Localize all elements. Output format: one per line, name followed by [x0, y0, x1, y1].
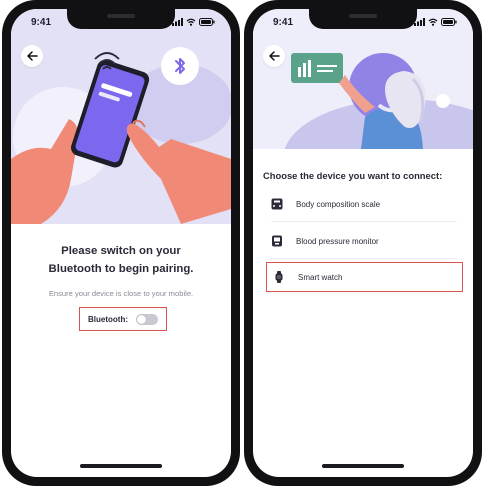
woman-dashboard-illustration: [284, 53, 473, 149]
status-time: 9:41: [31, 17, 52, 28]
back-button[interactable]: [21, 45, 43, 67]
divider: [271, 221, 457, 222]
status-icons: [414, 18, 457, 26]
hero-illustration: [11, 9, 231, 224]
home-indicator[interactable]: [80, 464, 162, 468]
status-time: 9:41: [273, 17, 294, 28]
back-button[interactable]: [263, 45, 285, 67]
bluetooth-toggle[interactable]: [136, 313, 158, 325]
signal-icon: [414, 18, 425, 26]
device-option-body-composition-scale[interactable]: Body composition scale: [265, 191, 461, 217]
smartwatch-icon: [273, 271, 285, 283]
notch: [67, 9, 175, 29]
battery-icon: [441, 18, 457, 26]
bluetooth-setting: Bluetooth:: [79, 307, 167, 331]
device-label: Smart watch: [298, 272, 343, 282]
phone-frame-left: 9:41 Please switch on your Bluetooth to …: [2, 0, 240, 486]
speaker: [349, 14, 377, 18]
device-label: Body composition scale: [296, 199, 381, 209]
bluetooth-label: Bluetooth:: [88, 314, 128, 324]
scale-icon: [271, 198, 283, 210]
speaker: [107, 14, 135, 18]
blood-pressure-icon: [271, 235, 283, 247]
bluetooth-pairing-screen: 9:41 Please switch on your Bluetooth to …: [11, 9, 231, 477]
status-icons: [172, 18, 215, 26]
choose-device-prompt: Choose the device you want to connect:: [263, 170, 443, 181]
title-line-1: Please switch on your: [61, 245, 181, 257]
pairing-subtitle: Ensure your device is close to your mobi…: [48, 289, 194, 298]
battery-icon: [199, 18, 215, 26]
notch: [309, 9, 417, 29]
title-line-2: Bluetooth to begin pairing.: [48, 263, 194, 275]
device-option-smart-watch[interactable]: Smart watch: [266, 262, 463, 292]
device-option-blood-pressure-monitor[interactable]: Blood pressure monitor: [265, 228, 461, 254]
bluetooth-icon: [175, 58, 185, 74]
bluetooth-badge: [161, 47, 199, 85]
phone-frame-right: 9:41 Choose the device you want to conne…: [244, 0, 482, 486]
back-arrow-icon: [26, 51, 38, 61]
wifi-icon: [186, 18, 196, 26]
back-arrow-icon: [268, 51, 280, 61]
home-indicator[interactable]: [322, 464, 404, 468]
hand-phone-illustration: [11, 52, 231, 224]
device-label: Blood pressure monitor: [296, 236, 379, 246]
divider: [271, 258, 457, 259]
signal-icon: [172, 18, 183, 26]
wifi-icon: [428, 18, 438, 26]
pairing-title: Please switch on your Bluetooth to begin…: [21, 242, 221, 278]
hero-illustration: [253, 9, 473, 149]
device-selection-screen: 9:41 Choose the device you want to conne…: [253, 9, 473, 477]
toggle-knob: [137, 314, 146, 324]
